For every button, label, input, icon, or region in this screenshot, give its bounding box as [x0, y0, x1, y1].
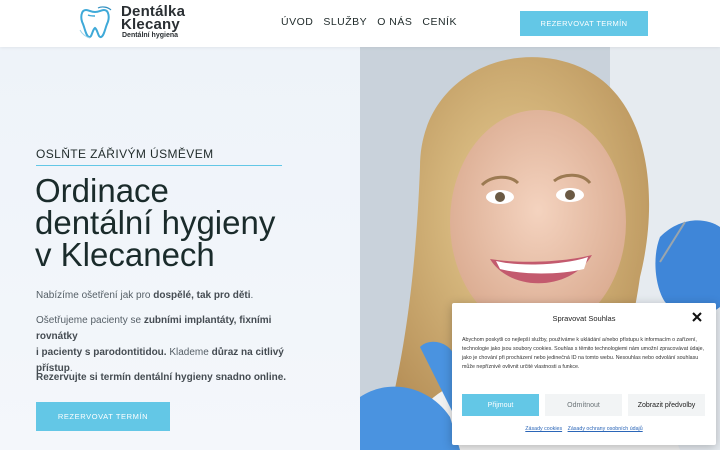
p1-text-a: Nabízíme ošetření jak pro	[36, 290, 154, 301]
main-nav: ÚVOD SLUŽBY O NÁS CENÍK	[281, 16, 457, 28]
hero-headline: Ordinace dentální hygieny v Klecanech	[35, 174, 335, 273]
nav-item-sluzby[interactable]: SLUŽBY	[323, 16, 367, 28]
headline-line-3: v Klecanech	[35, 236, 215, 273]
cookie-accept-button[interactable]: Přijmout	[462, 394, 539, 416]
cookie-reject-button[interactable]: Odmítnout	[545, 394, 622, 416]
close-icon[interactable]	[690, 310, 704, 324]
p2-text-a: Ošetřujeme pacienty se	[36, 315, 144, 326]
nav-item-o-nas[interactable]: O NÁS	[377, 16, 412, 28]
p1-text-bold: dospělé, tak pro děti	[153, 290, 251, 301]
hero-paragraph-3: Rezervujte si termín dentální hygieny sn…	[36, 372, 286, 383]
tagline-divider	[36, 165, 282, 166]
hero-paragraph-2: Ošetřujeme pacienty se zubními implantát…	[36, 313, 296, 377]
hero-tagline: OSLŇTE ZÁŘIVÝM ÚSMĚVEM	[36, 147, 214, 161]
cookie-consent-dialog: Spravovat Souhlas Abychom poskytli co ne…	[452, 303, 716, 445]
nav-item-uvod[interactable]: ÚVOD	[281, 16, 313, 28]
tooth-logo-icon	[79, 6, 112, 39]
hero-book-button[interactable]: REZERVOVAT TERMÍN	[36, 402, 170, 431]
logo-title-line2: Klecany	[121, 16, 180, 33]
hero-paragraph-1: Nabízíme ošetření jak pro dospělé, tak p…	[36, 290, 253, 301]
p2-text-d: Klademe	[166, 347, 212, 358]
cookie-preferences-button[interactable]: Zobrazit předvolby	[628, 394, 705, 416]
cookie-description: Abychom poskytli co nejlepší služby, pou…	[462, 337, 705, 370]
p3-text-bold: Rezervujte si termín dentální hygieny sn…	[36, 372, 287, 383]
cookie-links: Zásady cookies Zásady ochrany osobních ú…	[452, 426, 716, 432]
p1-text-end: .	[250, 290, 254, 301]
logo-subtitle: Dentální hygiena	[122, 32, 179, 39]
privacy-policy-link[interactable]: Zásady ochrany osobních údajů	[568, 426, 643, 432]
cookie-title: Spravovat Souhlas	[552, 314, 616, 323]
site-logo[interactable]: Dentálka Klecany Dentální hygiena	[78, 4, 198, 42]
p2-text-bold-2: i pacienty s parodontitidou.	[36, 347, 167, 358]
site-header: Dentálka Klecany Dentální hygiena ÚVOD S…	[0, 0, 720, 47]
logo-title: Dentálka Klecany	[121, 4, 185, 33]
nav-item-cenik[interactable]: CENÍK	[422, 16, 457, 28]
header-book-button[interactable]: REZERVOVAT TERMÍN	[520, 11, 648, 36]
cookie-policy-link[interactable]: Zásady cookies	[525, 426, 562, 432]
